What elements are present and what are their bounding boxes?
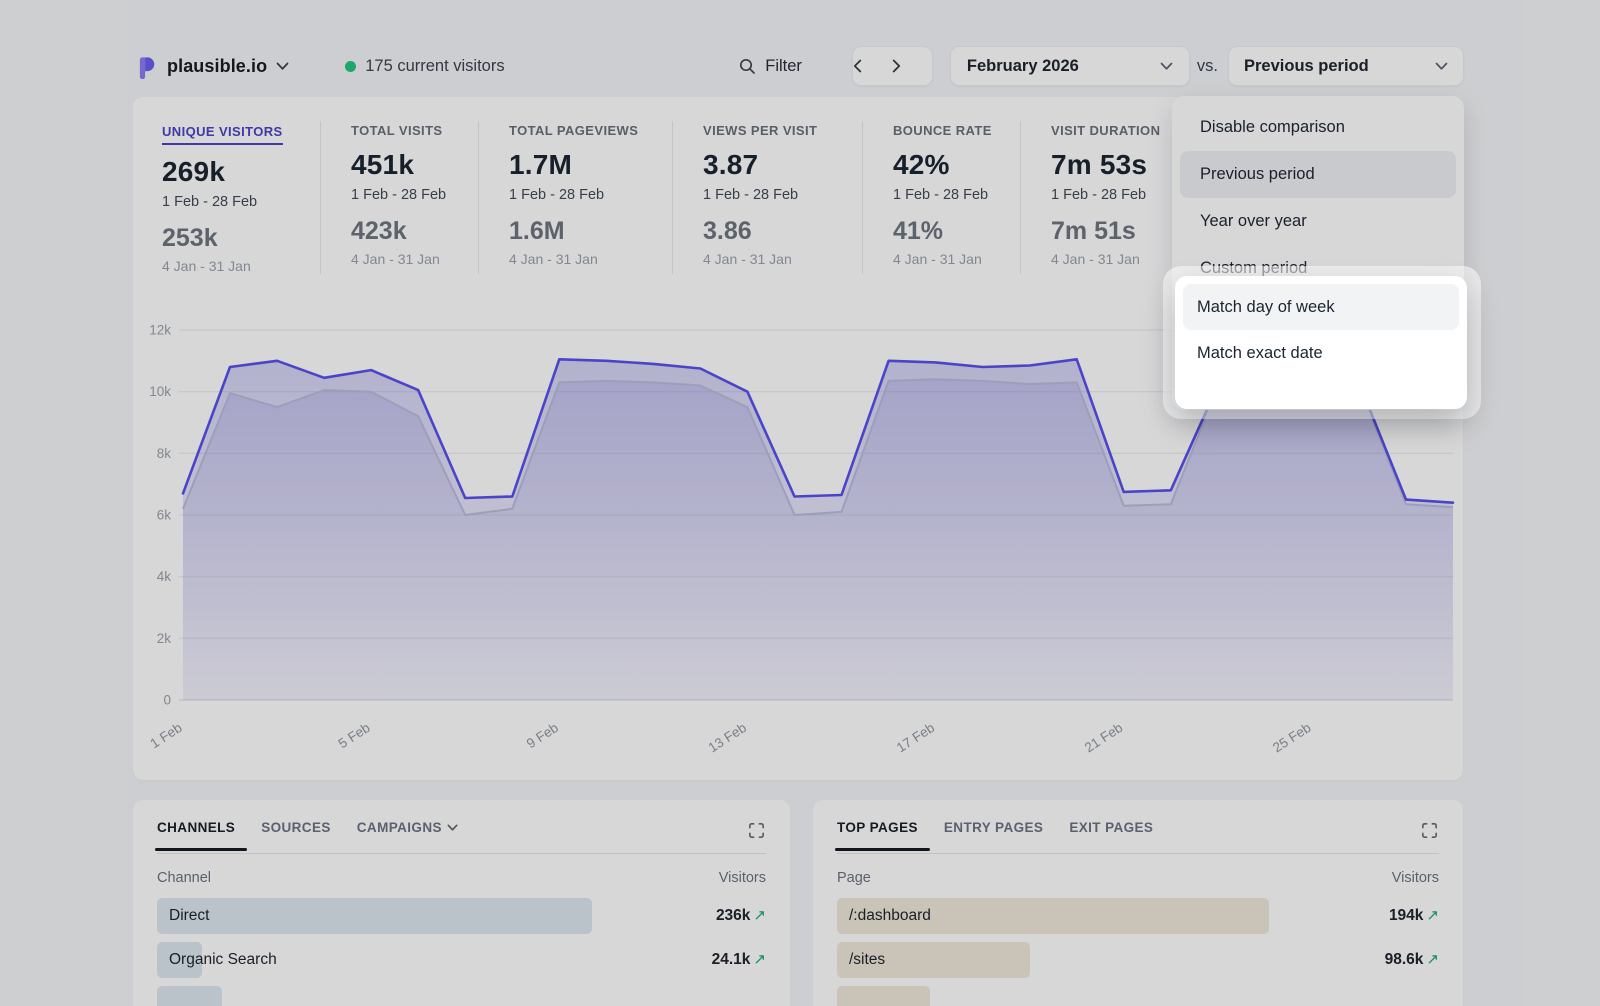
dim-overlay (0, 0, 1600, 1006)
match-options-card: Match day of week Match exact date (1175, 276, 1467, 409)
menu-item-match-exact-date[interactable]: Match exact date (1183, 330, 1459, 376)
plausible-dashboard: plausible.io 175 current visitors Filter (0, 0, 1600, 1006)
menu-item-match-day-of-week[interactable]: Match day of week (1183, 284, 1459, 330)
